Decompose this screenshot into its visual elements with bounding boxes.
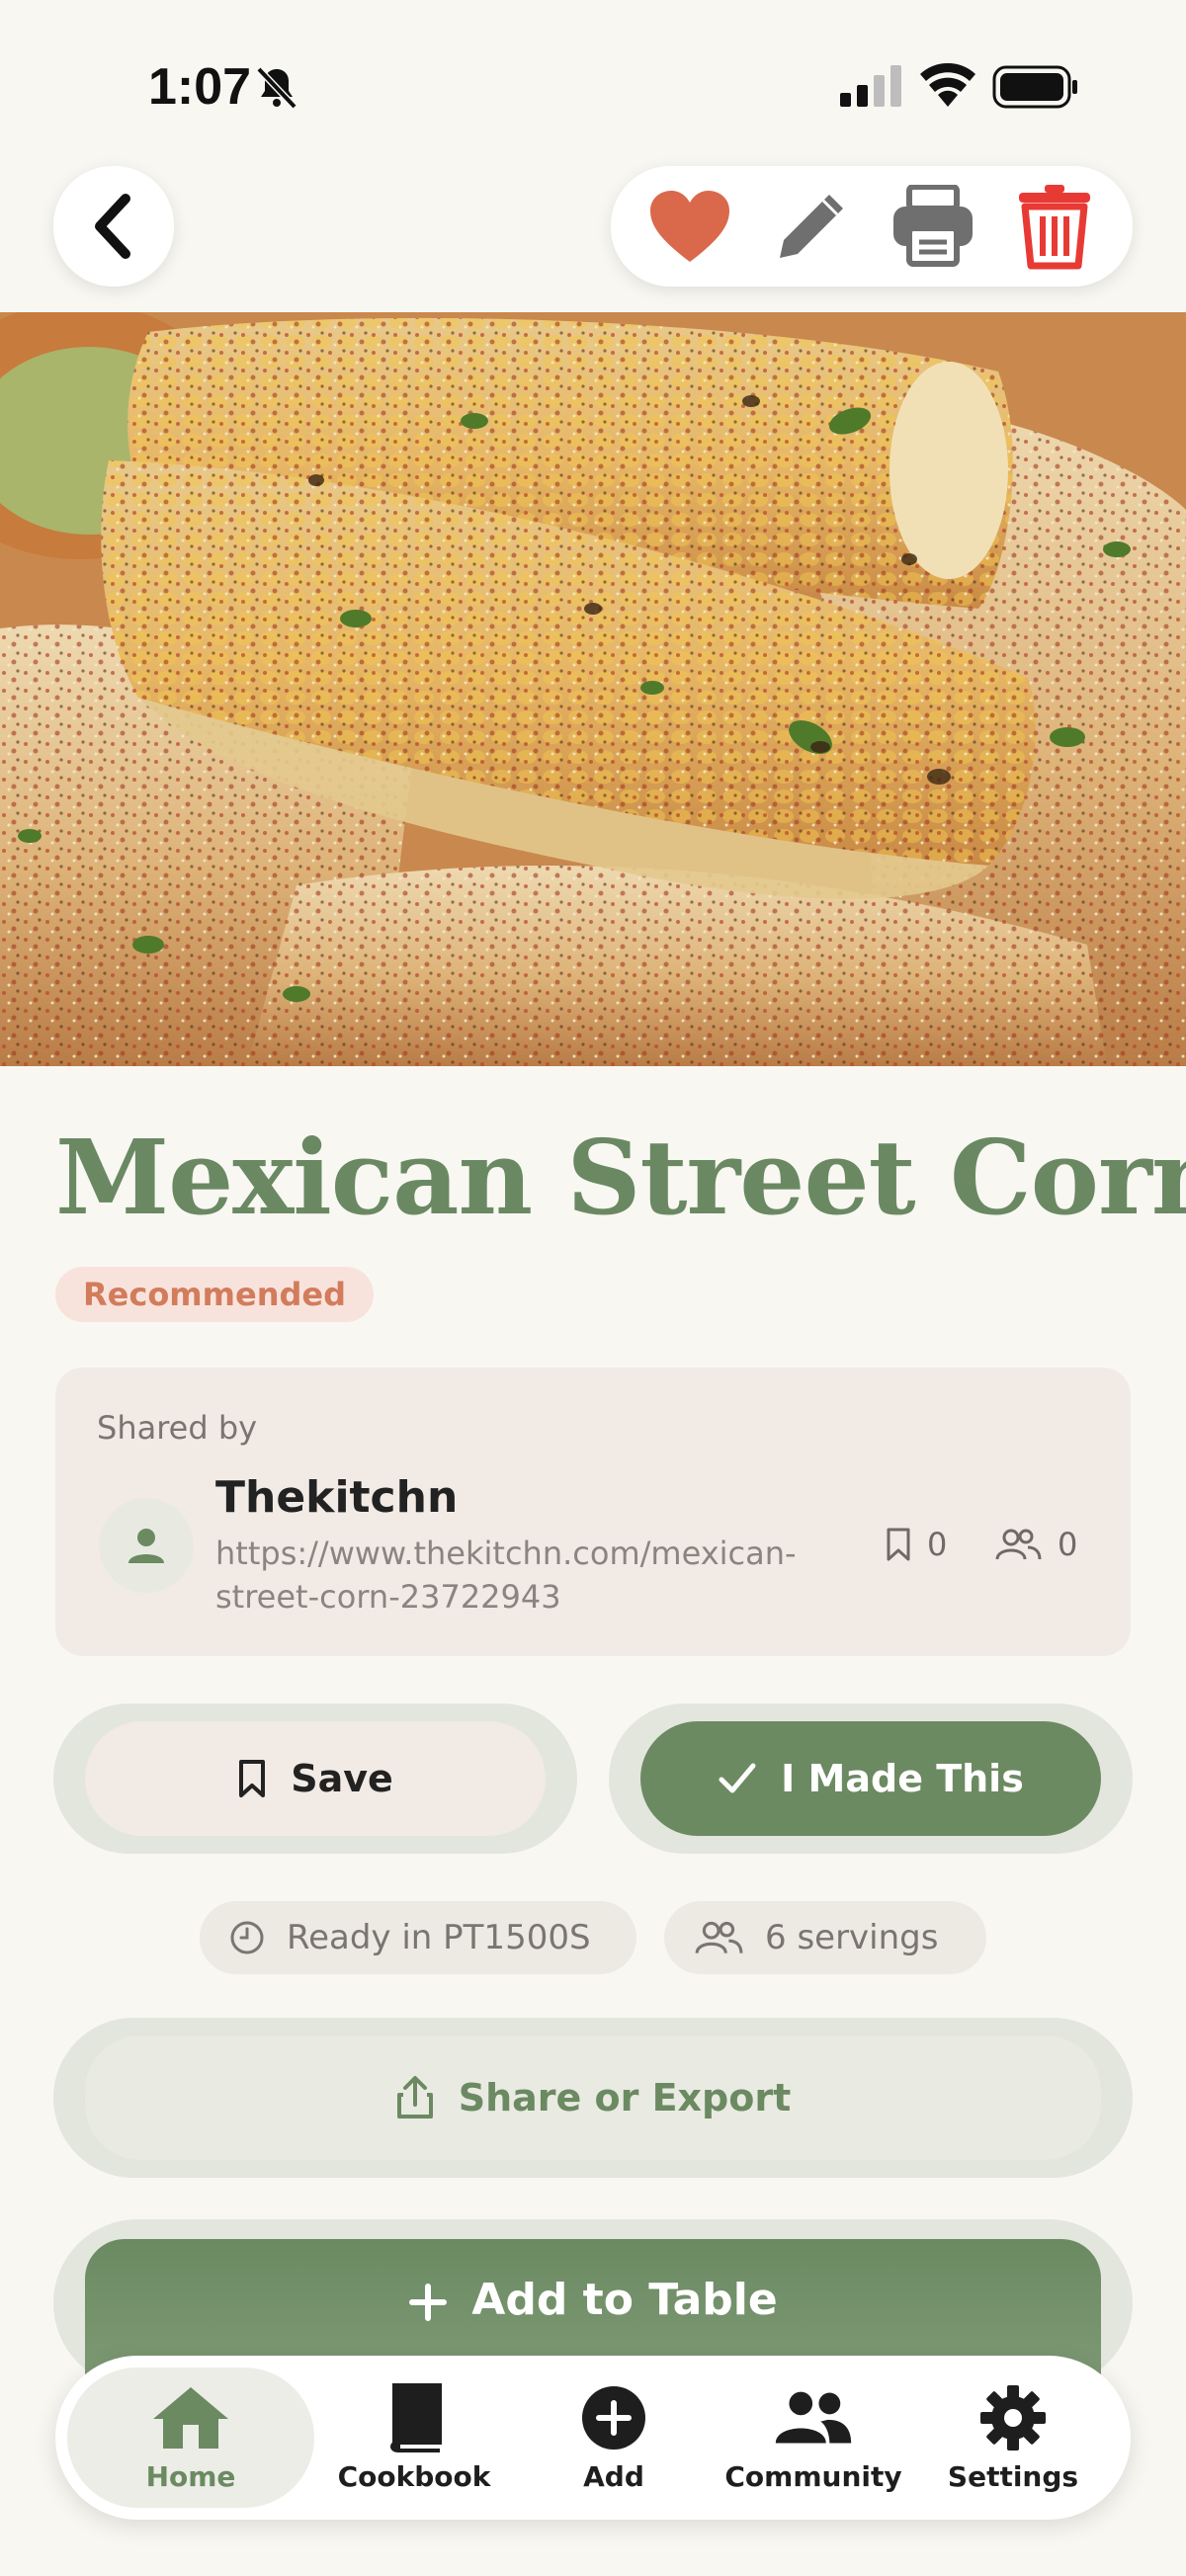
share-export-label: Share or Export (458, 2076, 792, 2119)
made-this-button-label: I Made This (781, 1757, 1024, 1800)
tab-community[interactable]: Community (714, 2368, 913, 2508)
save-button[interactable]: Save (85, 1721, 546, 1836)
clock-icon (230, 1921, 264, 1954)
person-icon (128, 1529, 164, 1563)
people-icon (774, 2383, 853, 2452)
checkmark-icon (719, 1763, 756, 1793)
battery-icon (992, 65, 1077, 109)
avatar[interactable] (99, 1498, 194, 1593)
tab-cookbook[interactable]: Cookbook (314, 2368, 514, 2508)
ready-time-text: Ready in PT1500S (287, 1918, 591, 1957)
pencil-icon (779, 195, 843, 258)
ready-time-chip: Ready in PT1500S (200, 1901, 636, 1974)
source-url-link[interactable]: https://www.thekitchn.com/mexican-street… (215, 1532, 868, 1619)
print-button[interactable] (886, 179, 980, 274)
add-to-table-label: Add to Table (471, 2275, 778, 2325)
bell-muted-icon (256, 66, 297, 110)
status-time: 1:07 (148, 58, 252, 116)
plus-circle-icon (574, 2383, 653, 2452)
people-count: 0 (994, 1526, 1077, 1563)
tab-add[interactable]: Add (514, 2368, 714, 2508)
people-icon (995, 1529, 1042, 1560)
saves-count-value: 0 (927, 1526, 948, 1563)
favorite-button[interactable] (642, 179, 737, 274)
shared-by-label: Shared by (97, 1409, 258, 1447)
delete-button[interactable] (1007, 179, 1102, 274)
bookmark-icon (887, 1528, 910, 1561)
home-icon (151, 2383, 230, 2452)
recipe-hero-image (0, 312, 1186, 1066)
bookmark-icon (239, 1760, 266, 1797)
back-button[interactable] (53, 166, 174, 287)
status-bar: 1:07 (0, 0, 1186, 168)
tab-add-label: Add (583, 2459, 644, 2493)
share-export-button[interactable]: Share or Export (85, 2036, 1101, 2160)
tab-community-label: Community (724, 2459, 902, 2493)
recipe-actions (611, 166, 1133, 287)
recipe-title: Mexican Street Corn (55, 1117, 1186, 1238)
servings-text: 6 servings (765, 1918, 939, 1957)
people-icon (695, 1921, 743, 1954)
plus-icon (409, 2284, 448, 2321)
tab-settings[interactable]: Settings (913, 2368, 1113, 2508)
tab-bar: Home Cookbook Add Community Settings (55, 2356, 1131, 2520)
tab-settings-label: Settings (947, 2459, 1079, 2493)
signal-icon (840, 65, 901, 107)
author-name[interactable]: Thekitchn (215, 1472, 458, 1523)
share-export-frame: Share or Export (53, 2018, 1133, 2178)
gear-icon (974, 2383, 1053, 2452)
servings-chip: 6 servings (664, 1901, 986, 1974)
people-count-value: 0 (1058, 1526, 1078, 1563)
made-this-button-frame: I Made This (609, 1703, 1133, 1854)
tab-home-label: Home (145, 2459, 236, 2493)
shared-by-card: Shared by Thekitchn https://www.thekitch… (55, 1368, 1131, 1656)
book-icon (375, 2382, 454, 2452)
edit-button[interactable] (764, 179, 859, 274)
wifi-icon (920, 62, 975, 107)
heart-icon (649, 191, 729, 262)
printer-icon (892, 185, 973, 267)
tab-cookbook-label: Cookbook (337, 2459, 491, 2493)
trash-icon (1018, 185, 1090, 270)
save-button-label: Save (291, 1757, 393, 1800)
made-this-button[interactable]: I Made This (640, 1721, 1101, 1836)
chevron-left-icon (95, 194, 130, 259)
save-button-frame: Save (53, 1703, 577, 1854)
recommended-badge: Recommended (55, 1267, 374, 1322)
tab-home[interactable]: Home (67, 2368, 314, 2508)
share-icon (396, 2076, 433, 2119)
saves-count: 0 (886, 1526, 947, 1563)
